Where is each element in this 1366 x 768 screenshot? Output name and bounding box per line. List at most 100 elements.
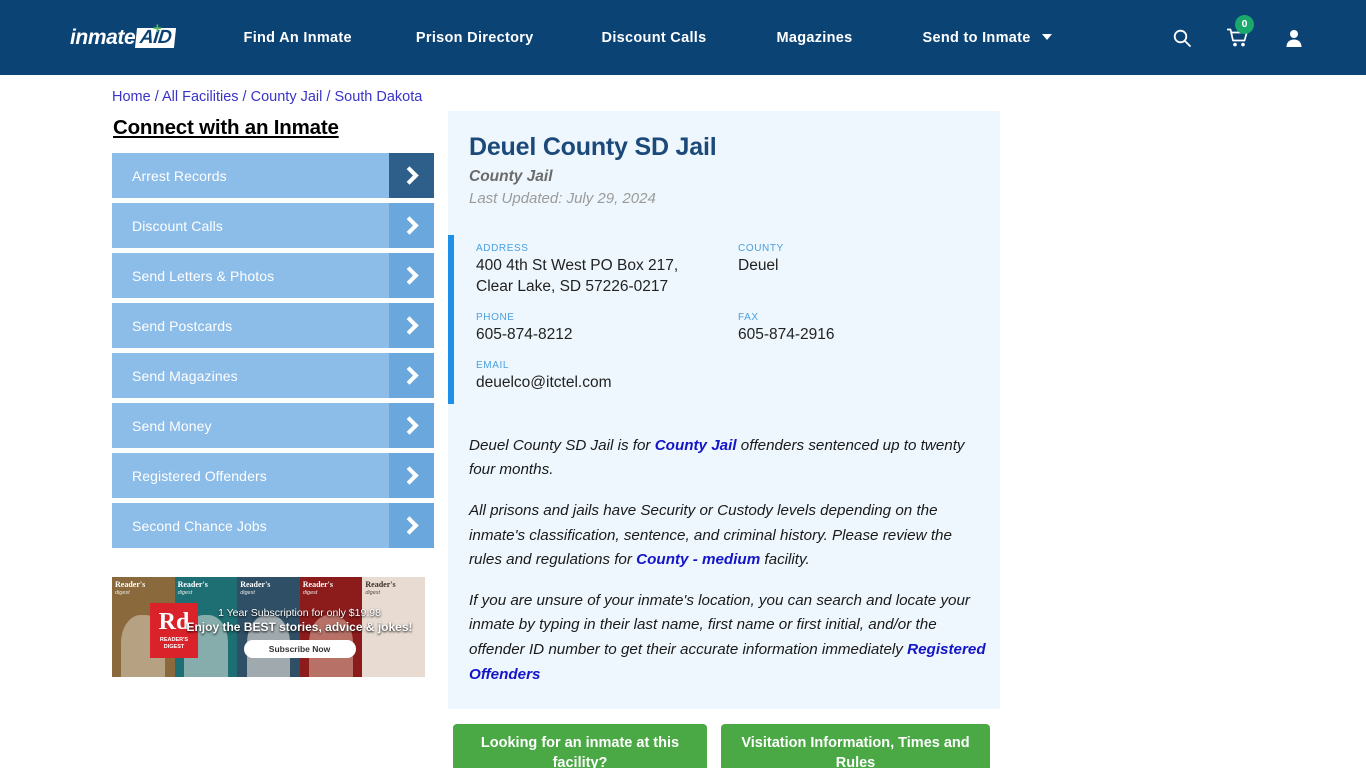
- breadcrumb-separator: /: [238, 89, 251, 105]
- description-paragraph-1: Deuel County SD Jail is for County Jail …: [469, 434, 988, 483]
- contact-column-left-2: PHONE 605-874-8212: [476, 312, 738, 360]
- search-icon: [1173, 29, 1191, 47]
- logo-plus-icon: +: [153, 19, 162, 37]
- chevron-right-icon: [389, 203, 434, 248]
- field-label: PHONE: [476, 311, 515, 323]
- chevron-down-icon: [1041, 33, 1052, 40]
- chevron-right-icon: [389, 353, 434, 398]
- ad-cover-sub: digest: [177, 590, 193, 596]
- main-navigation: Find An Inmate Prison Directory Discount…: [244, 30, 1134, 46]
- desc-text: Deuel County SD Jail is for: [469, 436, 655, 454]
- sidebar-item-send-money[interactable]: Send Money: [112, 403, 434, 448]
- nav-label: Discount Calls: [601, 29, 707, 46]
- sidebar-item-send-magazines[interactable]: Send Magazines: [112, 353, 434, 398]
- sidebar-item-label: Discount Calls: [132, 217, 223, 234]
- sidebar-item-second-chance-jobs[interactable]: Second Chance Jobs: [112, 503, 434, 548]
- field-email: EMAIL deuelco@itctel.com: [476, 360, 738, 394]
- ad-cover-title: Reader's: [240, 580, 271, 589]
- chevron-right-icon: [389, 253, 434, 298]
- ad-cover-title: Reader's: [115, 580, 146, 589]
- sidebar-item-send-postcards[interactable]: Send Postcards: [112, 303, 434, 348]
- sidebar-item-send-letters-photos[interactable]: Send Letters & Photos: [112, 253, 434, 298]
- field-value-email[interactable]: deuelco@itctel.com: [476, 373, 738, 394]
- field-fax: FAX 605-874-2916: [738, 312, 1000, 346]
- field-label: EMAIL: [476, 359, 510, 371]
- sidebar-item-label: Send Letters & Photos: [132, 267, 275, 284]
- field-value-fax: 605-874-2916: [738, 325, 835, 343]
- field-value-address-line2: Clear Lake, SD 57226-0217: [476, 277, 669, 295]
- facility-contact-block: ADDRESS 400 4th St West PO Box 217, Clea…: [448, 235, 1000, 404]
- description-paragraph-2: All prisons and jails have Security or C…: [469, 499, 988, 573]
- field-label: FAX: [738, 311, 759, 323]
- link-county-jail[interactable]: County Jail: [655, 437, 737, 454]
- facility-description: Deuel County SD Jail is for County Jail …: [448, 434, 1000, 688]
- sidebar-item-label: Send Money: [132, 417, 212, 434]
- breadcrumb-item-county-jail[interactable]: County Jail: [251, 89, 323, 105]
- field-label: ADDRESS: [476, 243, 529, 254]
- breadcrumb-item-home[interactable]: Home: [112, 89, 151, 105]
- sidebar-item-arrest-records[interactable]: Arrest Records: [112, 153, 434, 198]
- breadcrumb-item-all-facilities[interactable]: All Facilities: [162, 89, 239, 105]
- field-label: COUNTY: [738, 243, 784, 254]
- breadcrumb-separator: /: [150, 89, 162, 105]
- ad-cover-title: Reader's: [302, 580, 333, 589]
- contact-column-left: ADDRESS 400 4th St West PO Box 217, Clea…: [476, 243, 738, 312]
- sidebar-item-discount-calls[interactable]: Discount Calls: [112, 203, 434, 248]
- page-title: Deuel County SD Jail: [469, 133, 717, 161]
- nav-label: Prison Directory: [415, 29, 534, 46]
- chevron-right-icon: [389, 303, 434, 348]
- sidebar-item-registered-offenders[interactable]: Registered Offenders: [112, 453, 434, 498]
- site-header: inmate AID + Find An Inmate Prison Direc…: [0, 0, 1366, 75]
- account-button[interactable]: [1282, 25, 1306, 51]
- main-content: Deuel County SD Jail County Jail Last Up…: [448, 111, 1000, 768]
- sidebar-item-label: Send Postcards: [132, 317, 233, 334]
- desc-text: If you are unsure of your inmate's locat…: [469, 591, 970, 659]
- ad-subscribe-button[interactable]: Subscribe Now: [243, 640, 356, 658]
- user-account-icon: [1286, 29, 1302, 47]
- ad-cover-sub: digest: [302, 590, 318, 596]
- field-value-phone[interactable]: 605-874-8212: [476, 325, 738, 346]
- field-county: COUNTY Deuel: [738, 243, 1000, 277]
- nav-label: Send to Inmate: [922, 29, 1031, 46]
- chevron-right-icon: [389, 503, 434, 548]
- breadcrumb-separator: /: [322, 89, 335, 105]
- site-logo[interactable]: inmate AID +: [70, 19, 177, 53]
- readers-digest-ad-banner[interactable]: Reader's digest Reader's digest Reader's…: [112, 577, 425, 677]
- chevron-right-icon: [389, 153, 434, 198]
- desc-text: facility.: [760, 551, 810, 569]
- sidebar-item-label: Registered Offenders: [132, 467, 267, 484]
- ad-subheadline: Enjoy the BEST stories, advice & jokes!: [186, 620, 413, 634]
- sidebar: Connect with an Inmate Arrest Records Di…: [112, 111, 434, 768]
- ad-cover-sub: digest: [115, 590, 130, 596]
- field-value-county: Deuel: [738, 257, 779, 274]
- field-address: ADDRESS 400 4th St West PO Box 217, Clea…: [476, 243, 738, 298]
- breadcrumb-item-south-dakota[interactable]: South Dakota: [334, 89, 422, 105]
- search-button[interactable]: [1170, 25, 1194, 51]
- cta-button-row: Looking for an inmate at this facility? …: [448, 724, 1000, 768]
- cart-button[interactable]: 0: [1226, 14, 1254, 51]
- visitation-info-button[interactable]: Visitation Information, Times and Rules: [721, 724, 990, 768]
- ad-cover-title: Reader's: [177, 580, 208, 589]
- field-phone: PHONE 605-874-8212: [476, 312, 738, 346]
- nav-magazines[interactable]: Magazines: [776, 30, 852, 46]
- nav-label: Magazines: [776, 29, 853, 46]
- find-inmate-button[interactable]: Looking for an inmate at this facility?: [453, 724, 707, 768]
- sidebar-item-label: Second Chance Jobs: [132, 517, 267, 534]
- nav-discount-calls[interactable]: Discount Calls: [602, 30, 707, 46]
- logo-wordmark: inmate: [70, 25, 136, 49]
- sidebar-title: Connect with an Inmate: [113, 116, 339, 139]
- ad-copy: 1 Year Subscription for only $19.98 Enjo…: [180, 607, 419, 658]
- nav-send-to-inmate[interactable]: Send to Inmate: [923, 30, 1052, 46]
- facility-type: County Jail: [469, 168, 553, 185]
- facility-card: Deuel County SD Jail County Jail Last Up…: [448, 111, 1000, 710]
- nav-label: Find An Inmate: [243, 29, 352, 46]
- nav-prison-directory[interactable]: Prison Directory: [416, 30, 534, 46]
- field-value-address-line1: 400 4th St West PO Box 217,: [476, 257, 679, 274]
- nav-find-an-inmate[interactable]: Find An Inmate: [244, 30, 352, 46]
- link-county-medium[interactable]: County - medium: [636, 551, 760, 568]
- contact-column-right: COUNTY Deuel: [738, 243, 1000, 312]
- contact-column-left-3: EMAIL deuelco@itctel.com: [476, 360, 738, 394]
- page-body: Connect with an Inmate Arrest Records Di…: [0, 111, 1366, 768]
- breadcrumb: Home / All Facilities / County Jail / So…: [112, 89, 1366, 105]
- header-actions: 0: [1170, 14, 1306, 51]
